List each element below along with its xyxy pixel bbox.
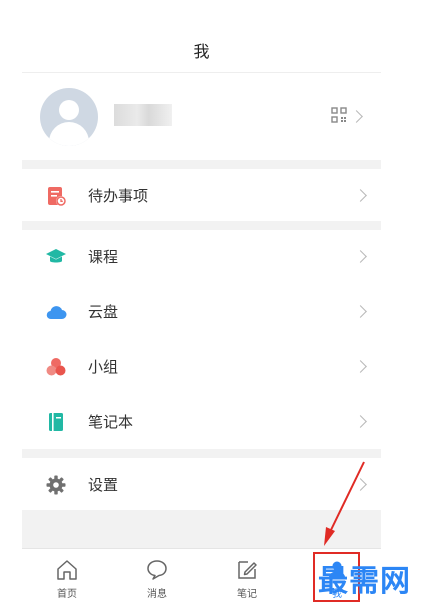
section-gap	[22, 449, 381, 458]
tab-label-home: 首页	[57, 589, 77, 600]
chevron-right-icon	[354, 360, 367, 373]
menu-item-cloud[interactable]: 云盘	[22, 285, 381, 337]
menu-item-todo[interactable]: 待办事项	[22, 169, 381, 221]
avatar-icon[interactable]	[40, 88, 98, 146]
section-gap	[22, 221, 381, 230]
menu-item-settings[interactable]: 设置	[22, 458, 381, 510]
graduation-cap-icon	[46, 249, 66, 263]
menu-label-cloud: 云盘	[88, 303, 119, 321]
chevron-right-icon	[354, 250, 367, 263]
tab-home[interactable]: 首页	[22, 549, 112, 607]
message-icon	[147, 560, 167, 580]
chevron-right-icon	[354, 478, 367, 491]
menu-item-notebook[interactable]: 笔记本	[22, 395, 381, 447]
chevron-right-icon	[354, 415, 367, 428]
menu-item-courses[interactable]: 课程	[22, 230, 381, 282]
cloud-icon	[46, 306, 67, 320]
section-gap	[22, 510, 381, 548]
menu-label-todo: 待办事项	[88, 187, 149, 205]
menu-item-group[interactable]: 小组	[22, 340, 381, 392]
menu-label-courses: 课程	[88, 248, 119, 266]
profile-card[interactable]	[22, 74, 381, 160]
menu-label-settings: 设置	[88, 476, 119, 494]
menu-label-notebook: 笔记本	[88, 413, 134, 431]
chevron-right-icon	[354, 189, 367, 202]
note-edit-icon	[238, 561, 257, 579]
home-icon	[57, 560, 77, 580]
page-title: 我	[193, 42, 210, 61]
section-gap	[22, 160, 381, 169]
tab-notes[interactable]: 笔记	[202, 549, 292, 607]
watermark-logo: 最需网	[318, 564, 411, 599]
qr-code-icon[interactable]	[331, 107, 347, 123]
chevron-right-icon	[350, 110, 363, 123]
tab-messages[interactable]: 消息	[112, 549, 202, 607]
tab-label-notes: 笔记	[237, 589, 257, 600]
chevron-right-icon	[354, 305, 367, 318]
group-icon	[46, 358, 66, 376]
gear-icon	[46, 475, 66, 495]
username-blurred	[114, 104, 172, 126]
todo-list-icon	[48, 187, 66, 206]
profile-screen: 我 待办事项 课程 云盘 小组 笔记本 设置	[22, 0, 381, 606]
menu-label-group: 小组	[88, 358, 119, 376]
title-divider	[22, 72, 381, 73]
notebook-icon	[49, 413, 63, 431]
tab-label-messages: 消息	[147, 589, 167, 600]
